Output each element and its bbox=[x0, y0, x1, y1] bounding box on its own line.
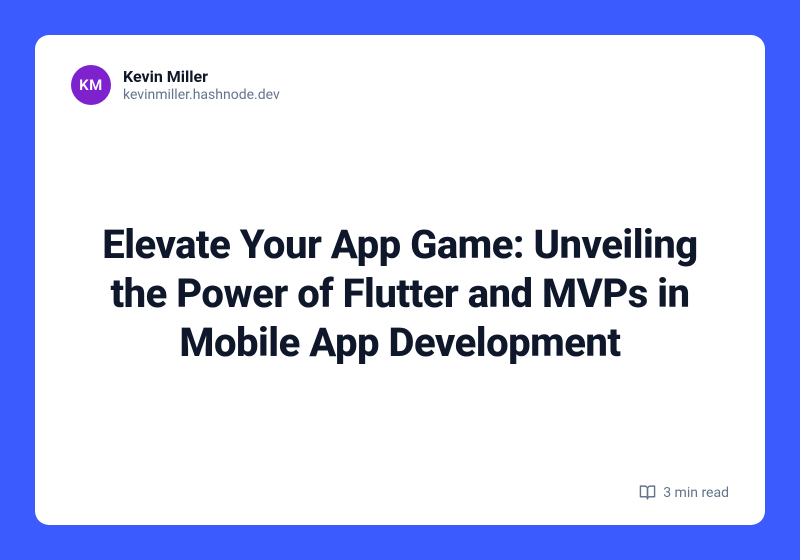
read-time-label: 3 min read bbox=[663, 485, 729, 501]
social-preview-frame: KM Kevin Miller kevinmiller.hashnode.dev… bbox=[0, 0, 800, 560]
author-row: KM Kevin Miller kevinmiller.hashnode.dev bbox=[71, 65, 729, 105]
avatar: KM bbox=[71, 65, 111, 105]
author-meta: Kevin Miller kevinmiller.hashnode.dev bbox=[123, 67, 280, 104]
author-name: Kevin Miller bbox=[123, 67, 280, 86]
read-time-row: 3 min read bbox=[71, 484, 729, 501]
avatar-initials: KM bbox=[79, 76, 103, 94]
title-container: Elevate Your App Game: Unveiling the Pow… bbox=[71, 105, 729, 484]
article-card: KM Kevin Miller kevinmiller.hashnode.dev… bbox=[35, 35, 765, 525]
author-handle: kevinmiller.hashnode.dev bbox=[123, 87, 280, 104]
book-open-icon bbox=[639, 484, 656, 501]
article-title: Elevate Your App Game: Unveiling the Pow… bbox=[71, 221, 729, 367]
